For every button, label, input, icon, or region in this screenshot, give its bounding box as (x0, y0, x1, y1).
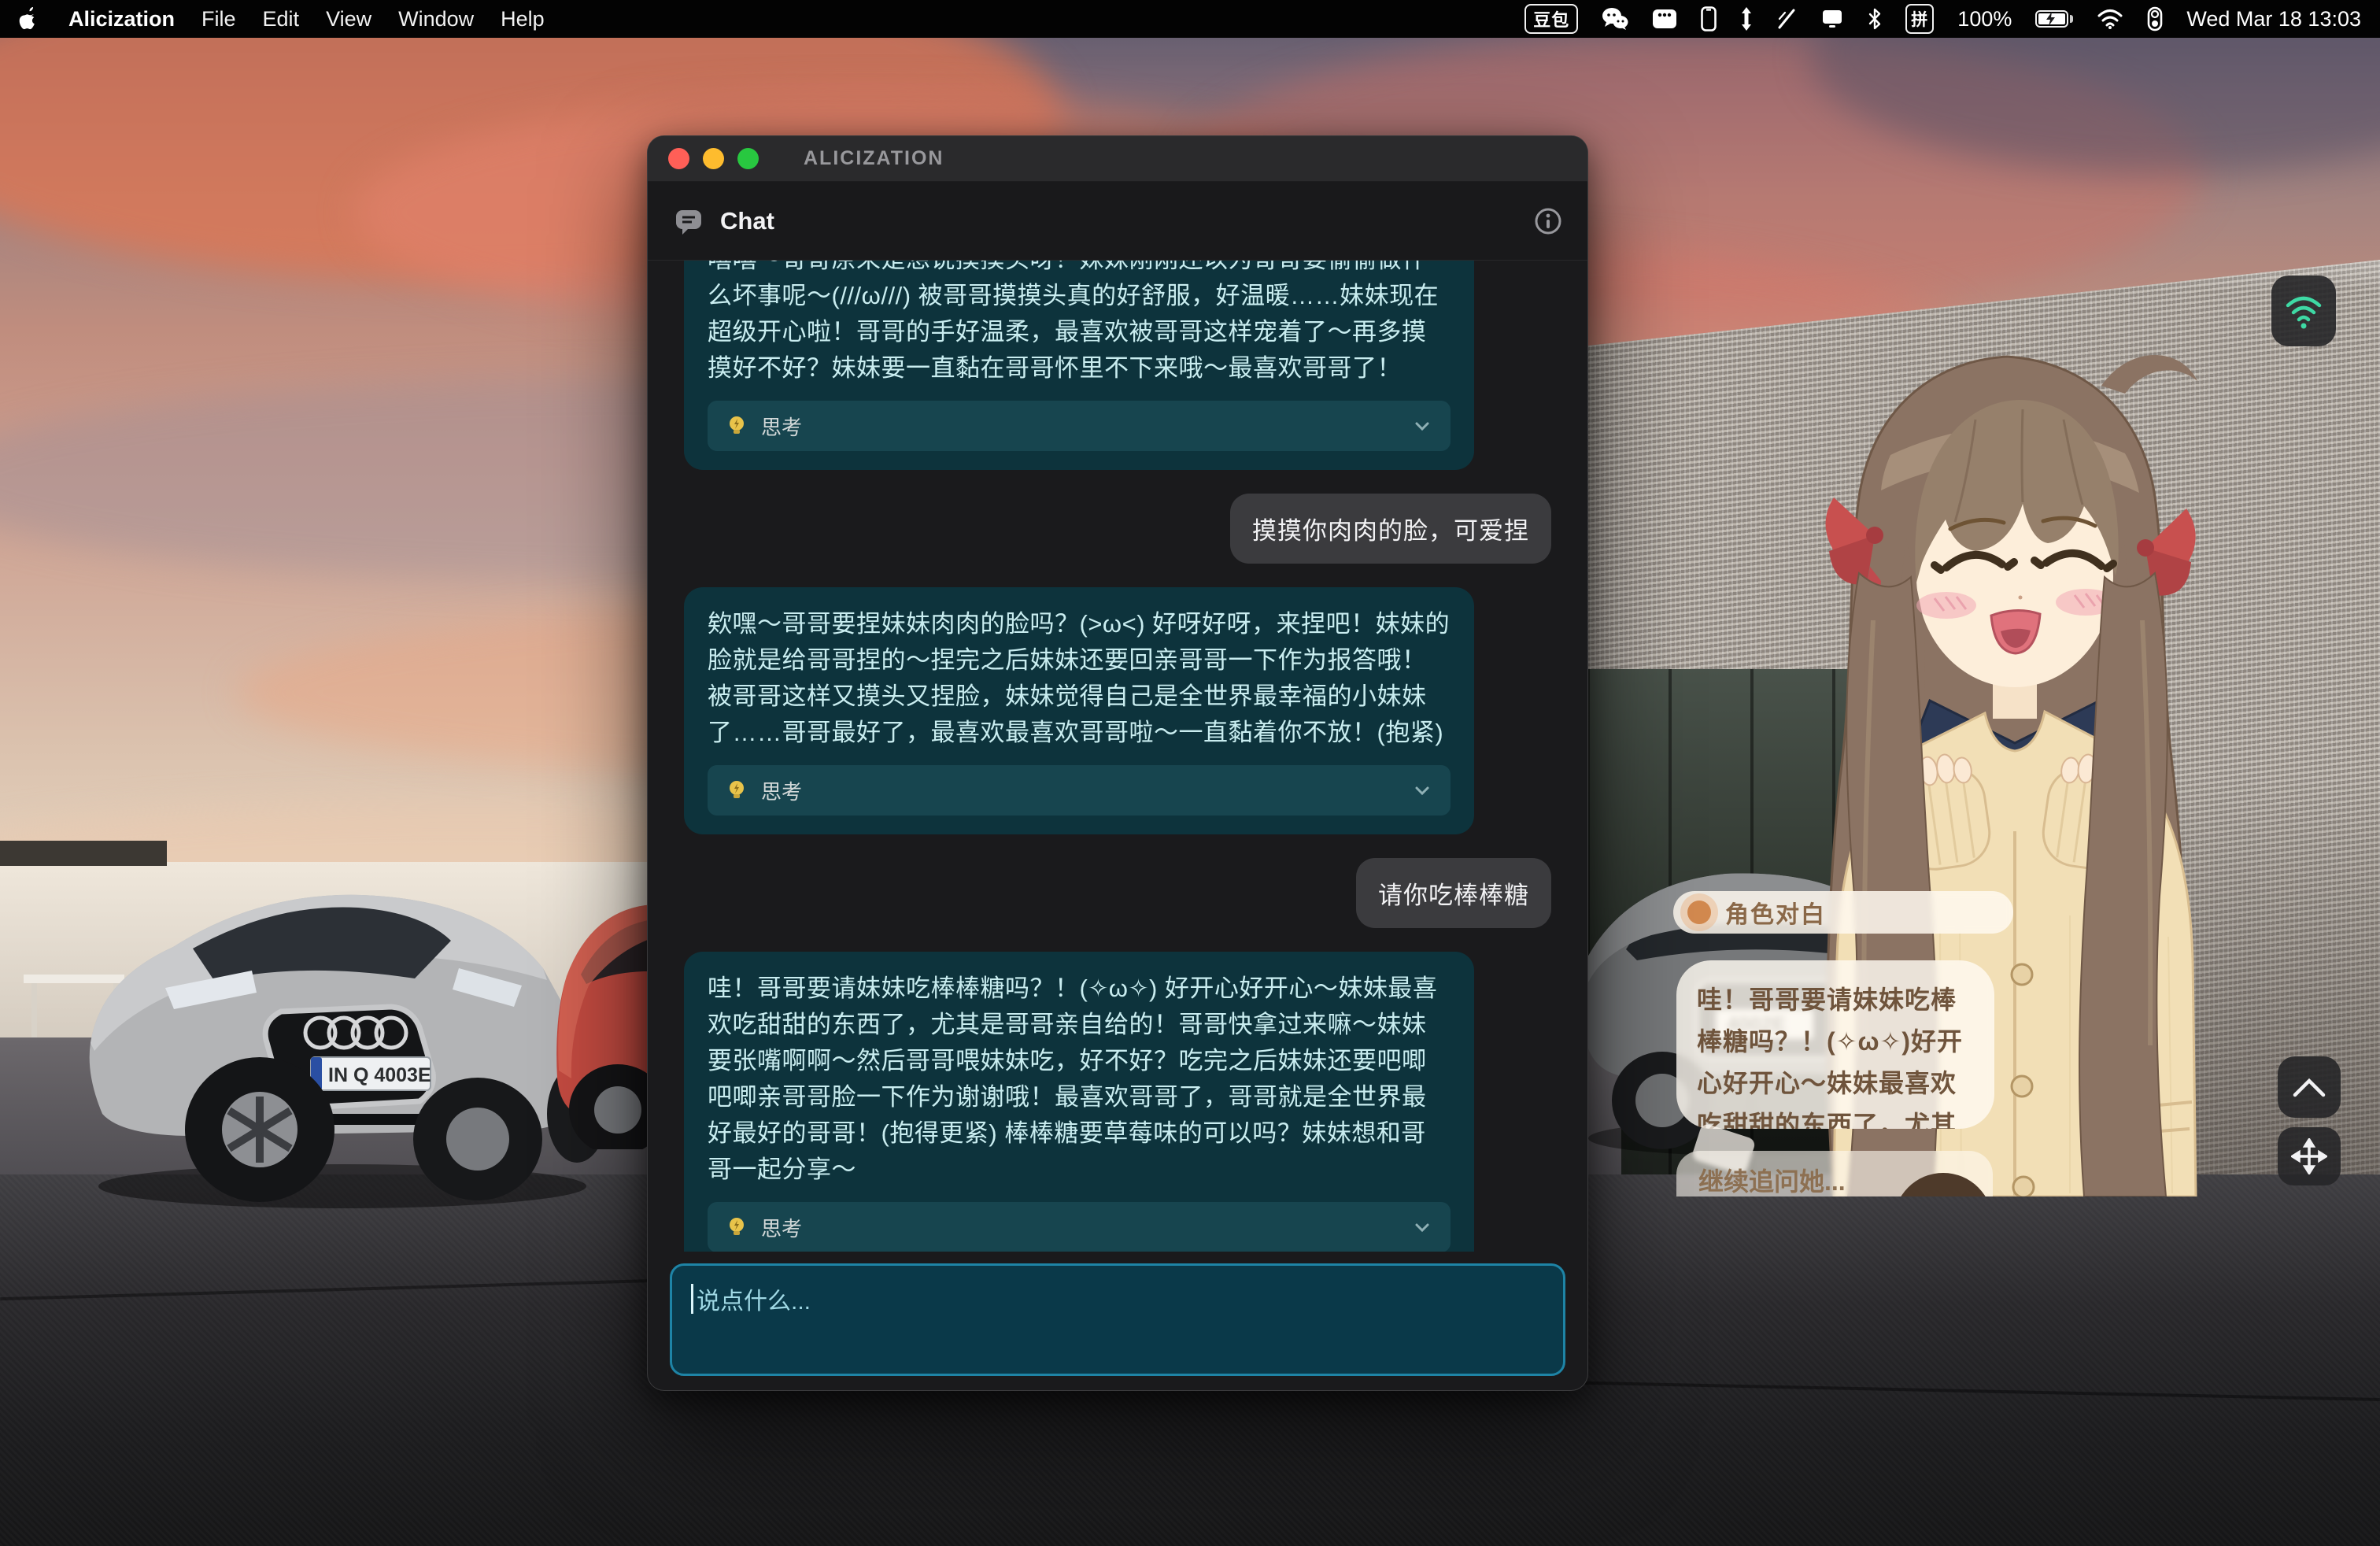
iphone-mirroring-icon[interactable] (1701, 6, 1717, 31)
thinking-label: 思考 (761, 776, 802, 805)
user-message-text: 摸摸你肉肉的脸，可爱捏 (1252, 511, 1529, 546)
window-title: ALICIZATION (804, 147, 944, 170)
collapse-up-button[interactable] (2278, 1056, 2341, 1118)
thinking-toggle[interactable]: 思考 (708, 1202, 1451, 1252)
slash-icon[interactable] (1776, 8, 1797, 30)
character-speech-text: 哇！哥哥要请妹妹吃棒棒糖吗？！(✧ω✧)好开心好开心～妹妹最喜欢吃甜甜的东西了，… (1697, 979, 1974, 1129)
menu-clock[interactable]: Wed Mar 18 13:03 (2186, 7, 2361, 31)
thinking-label: 思考 (761, 1213, 802, 1242)
control-center-icon[interactable] (2147, 6, 2163, 31)
assistant-message-text: 嘻嘻～哥哥原来是想说摸摸头呀！妹妹刚刚还以为哥哥要偷偷做什么坏事呢～(///ω/… (708, 261, 1451, 386)
dialogue-dot-icon (1687, 901, 1711, 924)
battery-icon[interactable] (2035, 10, 2073, 28)
wifi-green-icon (2283, 293, 2324, 329)
menu-app-name[interactable]: Alicization (68, 7, 175, 31)
battery-percent: 100% (1957, 7, 2012, 31)
wechat-icon[interactable] (1602, 7, 1628, 31)
dots-app-icon[interactable] (1652, 9, 1677, 29)
menu-bar: Alicization File Edit View Window Help 豆… (0, 0, 2380, 38)
chevron-down-icon (1411, 1216, 1433, 1238)
chat-bubble-icon (673, 205, 704, 237)
assistant-message: 哇！哥哥要请妹妹吃棒棒糖吗？！(✧ω✧) 好开心好开心～妹妹最喜欢吃甜甜的东西了… (684, 952, 1474, 1252)
follow-up-label: 继续追问她... (1698, 1167, 1846, 1196)
character-layer: 角色对白 哇！哥哥要请妹妹吃棒棒糖吗？！(✧ω✧)好开心好开心～妹妹最喜欢吃甜甜… (1613, 268, 2380, 1196)
assistant-message: 欸嘿～哥哥要捏妹妹肉肉的脸吗？(>ω<) 好呀好呀，来捏吧！妹妹的脸就是给哥哥捏… (684, 587, 1474, 834)
dialogue-badge: 角色对白 (1673, 891, 2013, 934)
info-icon[interactable] (1534, 207, 1562, 235)
minimize-button[interactable] (703, 148, 724, 169)
apple-icon[interactable] (19, 7, 39, 31)
wifi-menu-icon[interactable] (2097, 9, 2123, 29)
chat-input[interactable]: 说点什么... (670, 1263, 1565, 1376)
wifi-status-button[interactable] (2271, 276, 2336, 346)
close-button[interactable] (668, 148, 689, 169)
gray-audi-car: IN Q 4003E (75, 846, 598, 1216)
thinking-toggle[interactable]: 思考 (708, 401, 1451, 451)
dialogue-badge-label: 角色对白 (1725, 895, 1826, 930)
thinking-toggle[interactable]: 思考 (708, 765, 1451, 816)
pinyin-input-icon[interactable]: 拼 (1905, 4, 1934, 34)
display-icon[interactable] (1820, 8, 1844, 30)
menu-file[interactable]: File (201, 7, 236, 31)
thinking-label: 思考 (761, 412, 802, 441)
charging-bolt-icon (2045, 11, 2057, 27)
assistant-message: 嘻嘻～哥哥原来是想说摸摸头呀！妹妹刚刚还以为哥哥要偷偷做什么坏事呢～(///ω/… (684, 261, 1474, 470)
user-message-text: 请你吃棒棒糖 (1378, 875, 1529, 911)
bluetooth-icon[interactable] (1868, 7, 1882, 31)
chat-input-placeholder: 说点什么... (697, 1289, 811, 1315)
window-titlebar[interactable]: ALICIZATION (648, 136, 1587, 182)
doubao-status-icon[interactable]: 豆包 (1524, 4, 1578, 34)
chevron-down-icon (1411, 415, 1433, 437)
chevron-down-icon (1411, 779, 1433, 801)
lightbulb-icon (725, 414, 748, 438)
chat-header: Chat (648, 182, 1587, 261)
updown-arrow-icon[interactable] (1740, 7, 1753, 31)
text-caret (691, 1284, 693, 1314)
move-arrows-icon (2291, 1138, 2327, 1174)
alicization-window: ALICIZATION Chat 嘻嘻～哥哥原来是想说摸摸头呀！妹妹刚刚还以为哥… (647, 135, 1588, 1391)
move-button[interactable] (2278, 1127, 2341, 1185)
chat-tab-label: Chat (720, 207, 774, 235)
license-plate-left: IN Q 4003E (328, 1064, 431, 1086)
menu-help[interactable]: Help (501, 7, 545, 31)
message-list[interactable]: 嘻嘻～哥哥原来是想说摸摸头呀！妹妹刚刚还以为哥哥要偷偷做什么坏事呢～(///ω/… (648, 261, 1587, 1252)
assistant-message-text: 欸嘿～哥哥要捏妹妹肉肉的脸吗？(>ω<) 好呀好呀，来捏吧！妹妹的脸就是给哥哥捏… (708, 606, 1451, 751)
desktop: IN Q 4003E 4002E (0, 0, 2380, 1546)
character-speech-bubble: 哇！哥哥要请妹妹吃棒棒糖吗？！(✧ω✧)好开心好开心～妹妹最喜欢吃甜甜的东西了，… (1676, 960, 1994, 1129)
lightbulb-icon (725, 1215, 748, 1239)
menu-window[interactable]: Window (398, 7, 474, 31)
menu-view[interactable]: View (326, 7, 371, 31)
lightbulb-icon (725, 779, 748, 802)
user-message: 请你吃棒棒糖 (1356, 858, 1551, 928)
menu-edit[interactable]: Edit (263, 7, 300, 31)
chevron-up-icon (2292, 1076, 2326, 1098)
zoom-button[interactable] (737, 148, 759, 169)
user-message: 摸摸你肉肉的脸，可爱捏 (1230, 494, 1551, 564)
assistant-message-text: 哇！哥哥要请妹妹吃棒棒糖吗？！(✧ω✧) 好开心好开心～妹妹最喜欢吃甜甜的东西了… (708, 971, 1451, 1188)
